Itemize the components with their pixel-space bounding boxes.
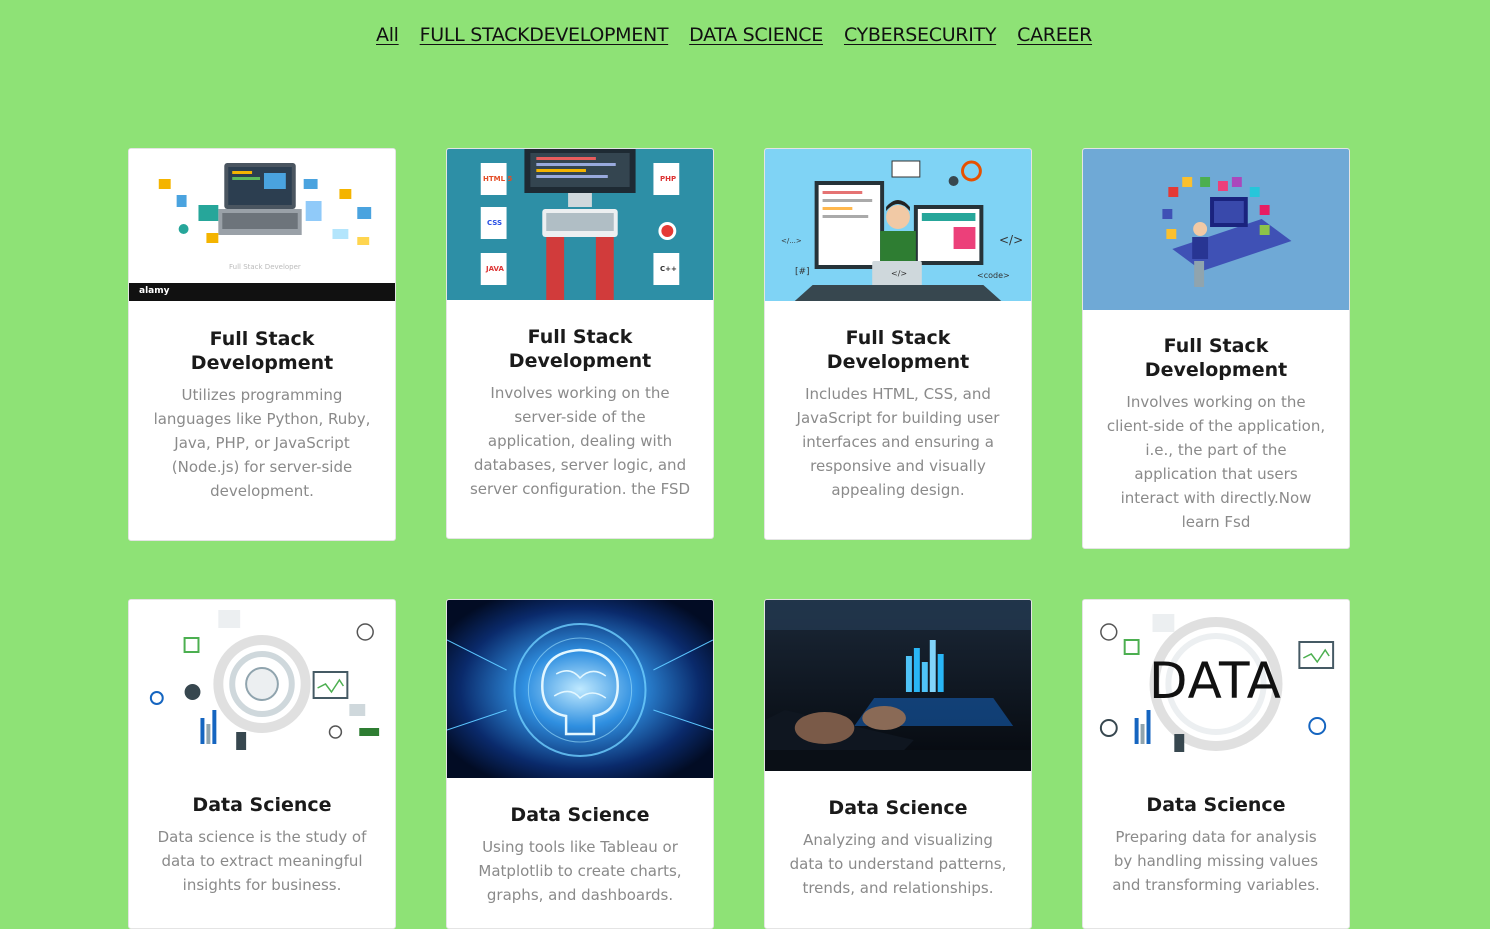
tag-label: </...> — [781, 237, 802, 245]
data-wordmark: DATA — [1149, 652, 1282, 710]
java-icon-label: JAVA — [486, 265, 504, 273]
card-description: Includes HTML, CSS, and JavaScript for b… — [796, 385, 1000, 499]
card-title: Full Stack Development — [1144, 335, 1288, 381]
card-description: Involves working on the server-side of t… — [469, 384, 691, 498]
card-description: Analyzing and visualizing data to unders… — [789, 831, 1007, 897]
image-caption: Full Stack Developer — [229, 263, 301, 271]
card-description: Using tools like Tableau or Matplotlib t… — [478, 838, 682, 904]
nav-full-stack-development[interactable]: FULL STACKDEVELOPMENT — [420, 24, 669, 46]
card-image: HTML 5 CSS JAVA PHP C++ — [447, 149, 713, 300]
card-title: Data Science — [510, 804, 650, 826]
card-title: Full Stack Development — [508, 326, 652, 372]
card-image — [765, 600, 1031, 771]
code-tag-label: </> — [891, 269, 908, 278]
card-image — [1083, 149, 1349, 310]
card-image: alamy Full Stack Developer — [129, 149, 395, 301]
card-image: </...> [#] </> <code> </> — [765, 149, 1031, 301]
nav-career[interactable]: CAREER — [1017, 24, 1092, 46]
course-card[interactable]: HTML 5 CSS JAVA PHP C++ Full Stack Devel… — [446, 148, 714, 539]
code-word-label: <code> — [977, 271, 1010, 280]
nav-cybersecurity[interactable]: CYBERSECURITY — [844, 24, 996, 46]
category-nav: All FULL STACKDEVELOPMENT DATA SCIENCE C… — [376, 24, 1113, 46]
alamy-logo: alamy — [139, 286, 170, 296]
card-title: Data Science — [1146, 794, 1286, 816]
card-description: Preparing data for analysis by handling … — [1112, 828, 1320, 894]
card-description: Data science is the study of data to ext… — [157, 828, 367, 894]
card-image — [447, 600, 713, 778]
closing-tag-label: </> — [999, 233, 1024, 247]
course-card[interactable]: DATA Data Science Preparing data for ana… — [1082, 599, 1350, 929]
card-title: Data Science — [192, 794, 332, 816]
card-description: Utilizes programming languages like Pyth… — [153, 386, 371, 500]
card-title: Full Stack Development — [190, 328, 334, 374]
course-card[interactable]: alamy Full Stack Developer Full Stack De… — [128, 148, 396, 541]
card-description: Involves working on the client-side of t… — [1106, 393, 1326, 531]
course-card[interactable]: </...> [#] </> <code> </> Full Stack Dev… — [764, 148, 1032, 540]
nav-all[interactable]: All — [376, 24, 399, 46]
card-image — [129, 600, 395, 756]
nav-data-science[interactable]: DATA SCIENCE — [689, 24, 823, 46]
php-icon-label: PHP — [660, 175, 677, 183]
hash-label: [#] — [795, 267, 810, 277]
course-card[interactable]: Data Science Using tools like Tableau or… — [446, 599, 714, 929]
course-card[interactable]: Full Stack Development Involves working … — [1082, 148, 1350, 549]
css-icon-label: CSS — [487, 219, 503, 227]
course-card[interactable]: Data Science Analyzing and visualizing d… — [764, 599, 1032, 929]
card-title: Full Stack Development — [826, 327, 970, 373]
card-image: DATA — [1083, 600, 1349, 756]
course-card[interactable]: Data Science Data science is the study o… — [128, 599, 396, 929]
cpp-icon-label: C++ — [660, 265, 677, 273]
html-icon-label: HTML 5 — [483, 175, 513, 183]
card-title: Data Science — [828, 797, 968, 819]
